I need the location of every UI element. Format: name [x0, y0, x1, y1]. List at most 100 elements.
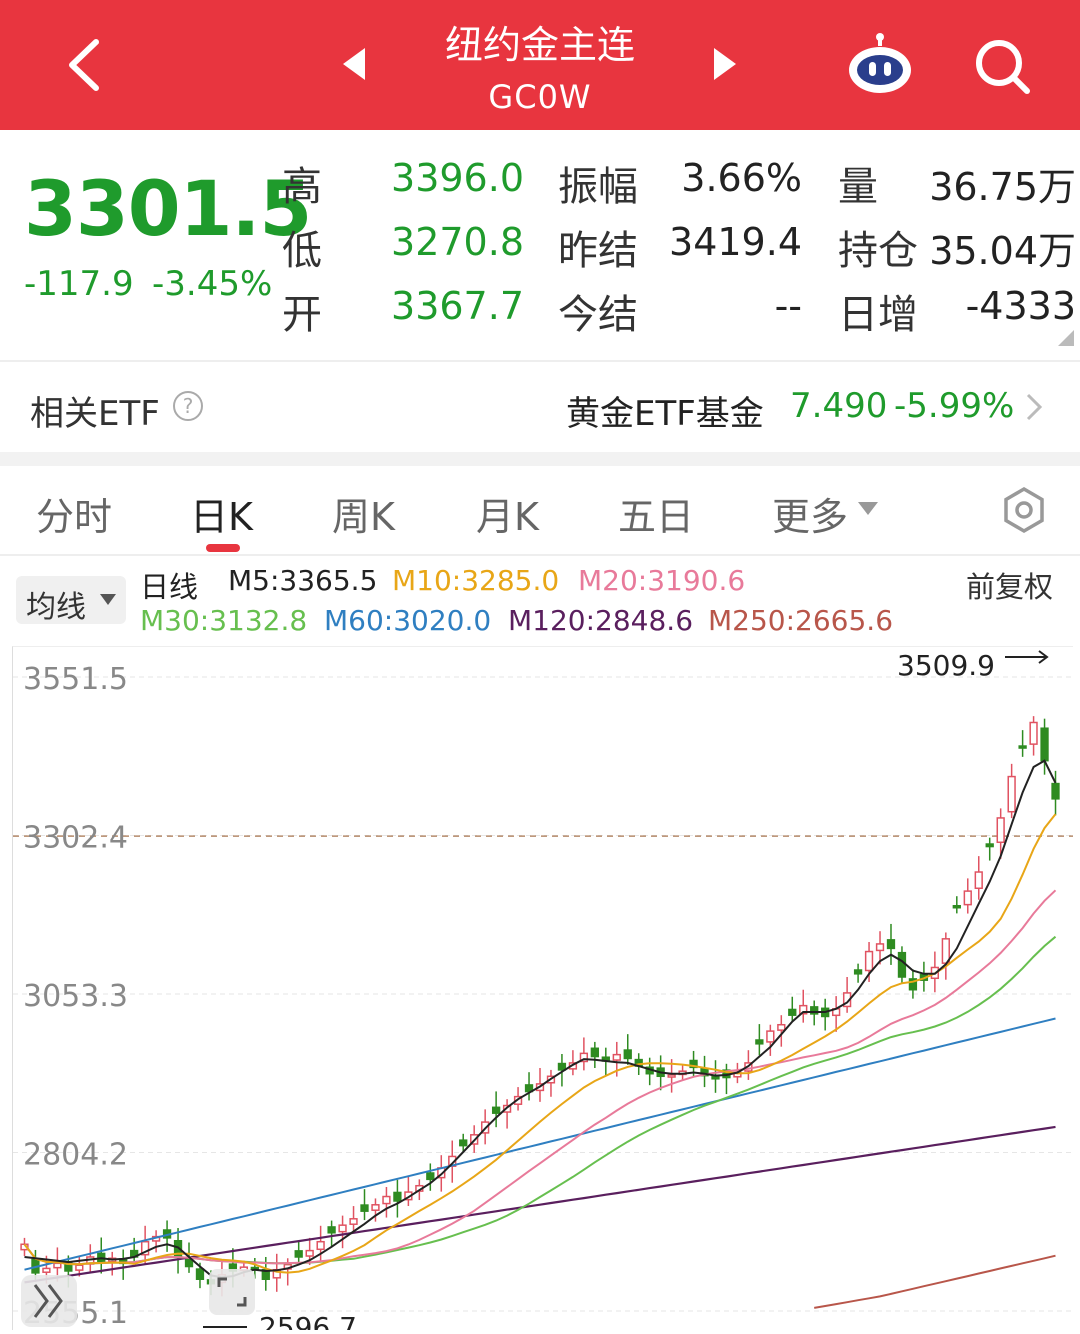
candle-body [305, 1249, 314, 1257]
candle-body [886, 939, 896, 950]
open-interest-label: 持仓 [838, 228, 918, 274]
candle-body [426, 1172, 435, 1181]
candle-body [393, 1191, 402, 1202]
candle-body [1040, 727, 1049, 762]
ma-legend: 均线 日线 M5:3365.5 M10:3285.0 M20:3190.6 前复… [0, 556, 1080, 646]
candle-body [612, 1053, 621, 1061]
page-title: 纽约金主连 [444, 23, 635, 67]
etf-change-percent: -5.99% [894, 386, 1015, 426]
ma60-value: M60:3020.0 [324, 604, 492, 637]
candle-body [75, 1264, 84, 1271]
ma5-value: M5:3365.5 [228, 564, 378, 597]
ma250-value: M250:2665.6 [708, 604, 894, 637]
amplitude-label: 振幅 [558, 164, 638, 210]
last-price: 3301.5 [24, 164, 312, 253]
y-tick-label: 2804.2 [23, 1138, 128, 1173]
ma250-line [814, 1254, 1056, 1309]
high-value: 3396.0 [391, 156, 524, 200]
price-adjustment[interactable]: 前复权 [966, 564, 1053, 606]
high-label: 高 [282, 164, 322, 210]
candle-body [974, 871, 983, 889]
price-change: -117.9 [24, 264, 134, 304]
candle-body [1007, 775, 1016, 813]
ma120-line [24, 1125, 1056, 1284]
candle-body [316, 1240, 325, 1251]
help-icon[interactable]: ? [172, 390, 204, 422]
candle-body [963, 890, 972, 906]
candle-body [1029, 721, 1038, 745]
daily-change-value: -4333 [965, 284, 1076, 328]
low-value: 3270.8 [391, 220, 524, 264]
ma-prefix: 日线 [140, 570, 199, 604]
candle-body [491, 1106, 501, 1114]
y-tick-label: 3053.3 [23, 979, 128, 1014]
candle-body [557, 1062, 567, 1071]
amplitude-value: 3.66% [681, 156, 802, 200]
candle-body [952, 904, 961, 909]
candle-body [875, 943, 885, 952]
min-price-marker: 2596.7 [259, 1311, 357, 1330]
price-change-percent: -3.45% [152, 264, 273, 304]
prev-settle-label: 昨结 [558, 228, 638, 274]
volume-label: 量 [838, 164, 878, 210]
y-tick-label: 3551.5 [23, 662, 128, 697]
caret-down-icon [100, 594, 116, 605]
candle-body [590, 1047, 599, 1058]
candle-body [623, 1049, 632, 1060]
candle-body [777, 1023, 786, 1031]
today-settle-value: -- [774, 284, 802, 328]
kline-svg[interactable]: 3551.53302.43053.32804.22555.1 3509.9259… [13, 647, 1073, 1334]
section-gap [0, 452, 1080, 466]
top-bar: 纽约金主连 GC0W [0, 0, 1080, 130]
candle-body [667, 1074, 676, 1078]
candle-body [788, 1008, 797, 1016]
ma-selector[interactable]: 均线 [16, 576, 126, 625]
related-etf-row[interactable]: 相关ETF ? 黄金ETF基金 7.490 -5.99% [0, 360, 1080, 452]
prev-settle-value: 3419.4 [669, 220, 802, 264]
ma-selector-label: 均线 [26, 590, 86, 625]
search-icon[interactable] [972, 36, 1032, 96]
tab-daily-k[interactable]: 日K [190, 486, 253, 541]
candle-body [327, 1226, 336, 1234]
candle-body [195, 1268, 205, 1280]
collapse-button[interactable] [21, 1275, 77, 1327]
tab-intraday[interactable]: 分时 [36, 486, 112, 541]
kline-chart[interactable]: 3551.53302.43053.32804.22555.1 3509.9259… [12, 646, 1073, 1334]
tab-monthly-k[interactable]: 月K [476, 486, 539, 541]
etf-price: 7.490 [790, 386, 888, 426]
candle-body [897, 951, 907, 978]
ma20-value: M20:3190.6 [578, 564, 746, 597]
tab-more[interactable]: 更多 [772, 486, 848, 541]
period-tabs: 分时 日K 周K 月K 五日 更多 [0, 466, 1080, 556]
daily-change-label: 日增 [838, 292, 918, 338]
robot-assistant-icon[interactable] [846, 32, 914, 96]
candle-body [42, 1267, 51, 1273]
candle-body [996, 817, 1005, 844]
expand-corner-icon[interactable] [1058, 330, 1074, 346]
y-tick-label: 3302.4 [23, 821, 128, 856]
candle-body [338, 1224, 347, 1233]
active-tab-indicator [206, 544, 240, 552]
candle-body [853, 969, 863, 975]
candle-body [1018, 745, 1027, 749]
candle-body [294, 1250, 303, 1258]
tab-weekly-k[interactable]: 周K [332, 486, 395, 541]
chevron-right-icon[interactable] [1024, 392, 1044, 422]
contract-code: GC0W [488, 78, 592, 116]
candle-body [349, 1218, 358, 1225]
settings-icon[interactable] [1000, 486, 1048, 534]
volume-value: 36.75万 [929, 165, 1076, 209]
next-contract-icon[interactable] [714, 48, 736, 80]
candle-body [985, 843, 994, 848]
max-price-marker: 3509.9 [897, 649, 995, 682]
open-value: 3367.7 [391, 284, 524, 328]
low-label: 低 [282, 228, 322, 274]
candle-body [864, 950, 874, 972]
candle-body [755, 1039, 764, 1045]
fullscreen-button[interactable] [209, 1269, 255, 1315]
tab-five-day[interactable]: 五日 [618, 486, 694, 541]
candle-body [1051, 782, 1060, 800]
candle-body [360, 1204, 369, 1212]
ma10-value: M10:3285.0 [392, 564, 560, 597]
dropdown-arrow-icon [858, 502, 878, 515]
